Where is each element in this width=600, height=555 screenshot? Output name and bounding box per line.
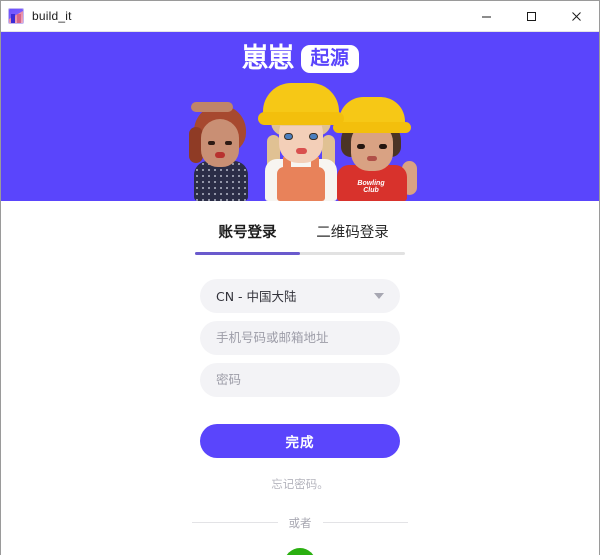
brand-logo: 崽崽 起源 — [1, 45, 599, 73]
avatar-left-body — [194, 161, 248, 201]
avatar-group: Bowling Club — [185, 83, 417, 201]
divider-line-right — [322, 522, 408, 523]
wechat-login-button[interactable] — [284, 547, 316, 555]
title-bar: build_it — [1, 1, 599, 32]
avatar-center-eye-left — [284, 133, 293, 140]
divider-label: 或者 — [288, 515, 312, 530]
tab-qrcode-login[interactable]: 二维码登录 — [300, 215, 405, 252]
close-button[interactable] — [554, 1, 599, 32]
avatar-left-lips — [215, 152, 225, 158]
avatar-center-eye-right — [309, 133, 318, 140]
maximize-button[interactable] — [509, 1, 554, 32]
maximize-icon — [527, 11, 536, 21]
minimize-icon — [482, 16, 491, 17]
close-icon — [572, 11, 581, 21]
social-divider: 或者 — [192, 515, 408, 531]
brand-logo-mark: 崽崽 — [241, 43, 294, 75]
tab-underline-rail — [195, 252, 405, 255]
country-select[interactable]: CN - 中国大陆 — [200, 278, 400, 313]
avatar-left-eye-right — [225, 141, 232, 145]
app-icon — [8, 8, 24, 24]
avatar-right-lips — [367, 156, 377, 161]
avatar-left-shoulders — [191, 102, 233, 112]
login-fields: CN - 中国大陆 — [200, 278, 400, 397]
account-input[interactable] — [200, 320, 400, 355]
avatar-center — [253, 83, 349, 201]
minimize-button[interactable] — [464, 1, 509, 32]
avatar-center-hat — [258, 83, 344, 125]
window-controls — [464, 1, 599, 32]
avatar-right-tee-text: Bowling Club — [357, 180, 385, 194]
submit-button[interactable]: 完成 — [200, 423, 400, 458]
forgot-password-link[interactable]: 忘记密码。 — [271, 476, 329, 492]
login-tabs: 账号登录 二维码登录 — [195, 215, 405, 252]
password-input[interactable] — [200, 362, 400, 397]
divider-line-left — [192, 522, 278, 523]
brand-logo-pill: 起源 — [301, 45, 359, 73]
chevron-down-icon — [374, 292, 384, 299]
avatar-left — [185, 102, 259, 201]
window-title: build_it — [32, 9, 72, 23]
hero-banner: 崽崽 起源 Bowling Club — [1, 32, 599, 201]
avatar-center-overalls — [277, 157, 325, 201]
avatar-left-eye-left — [208, 141, 215, 145]
app-window: build_it 崽崽 起源 Bowling Club 账号登录 二维码登录 C… — [0, 0, 600, 555]
login-panel: 账号登录 二维码登录 CN - 中国大陆 完成 忘记密码。 或者 — [1, 201, 599, 555]
title-bar-left: build_it — [1, 8, 72, 24]
tab-active-indicator — [195, 252, 300, 255]
avatar-center-lips — [296, 148, 307, 154]
avatar-right-eye-left — [357, 144, 365, 149]
avatar-right-eye-right — [379, 144, 387, 149]
avatar-left-face — [201, 119, 239, 167]
country-select-value: CN - 中国大陆 — [216, 289, 297, 304]
tab-account-login[interactable]: 账号登录 — [195, 215, 300, 252]
